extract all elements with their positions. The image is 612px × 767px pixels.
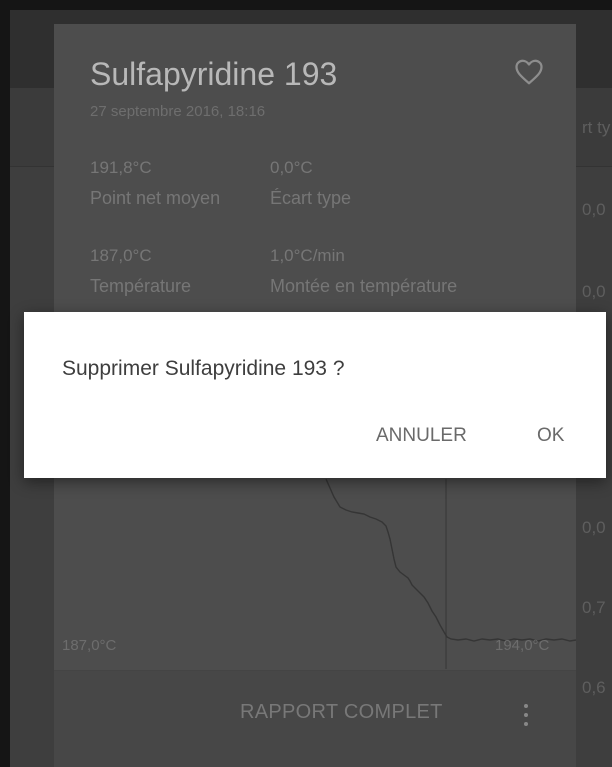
heart-outline-icon[interactable] xyxy=(514,58,544,86)
ramp-rate-value: 1,0°C/min xyxy=(270,246,345,265)
background-column-fragment: rt ty xyxy=(582,118,611,137)
mean-melting-point-value: 191,8°C xyxy=(90,158,152,177)
dialog-message: Supprimer Sulfapyridine 193 ? xyxy=(62,357,345,380)
mean-melting-point-label: Point net moyen xyxy=(90,188,221,208)
delete-confirmation-dialog: Supprimer Sulfapyridine 193 ? ANNULER OK xyxy=(24,312,606,478)
standard-deviation-label: Écart type xyxy=(270,188,352,208)
melting-curve-chart: 187,0°C 194,0°C xyxy=(54,479,576,669)
standard-deviation-value: 0,0°C xyxy=(270,158,313,177)
x-axis-min-label: 187,0°C xyxy=(62,637,117,654)
ok-button[interactable]: OK xyxy=(537,425,564,447)
background-column-fragment: 0,7 xyxy=(582,598,606,617)
temperature-value: 187,0°C xyxy=(90,246,152,265)
temperature-label: Température xyxy=(90,276,192,296)
cancel-button[interactable]: ANNULER xyxy=(376,425,467,447)
more-vertical-icon[interactable] xyxy=(522,704,530,730)
melting-curve-line xyxy=(325,479,576,642)
measurement-date: 27 septembre 2016, 18:16 xyxy=(90,103,266,120)
card-action-bar: RAPPORT COMPLET xyxy=(54,670,576,767)
background-column-fragment: 0,0 xyxy=(582,282,606,301)
background-column-fragment: 0,0 xyxy=(582,518,606,537)
measurement-title: Sulfapyridine 193 xyxy=(90,56,338,92)
background-column-fragment: 0,6 xyxy=(582,678,606,697)
full-report-button[interactable]: RAPPORT COMPLET xyxy=(240,701,443,724)
background-column-fragment: 0,0 xyxy=(582,200,606,219)
x-axis-max-label: 194,0°C xyxy=(495,637,550,654)
ramp-rate-label: Montée en température xyxy=(270,276,458,296)
